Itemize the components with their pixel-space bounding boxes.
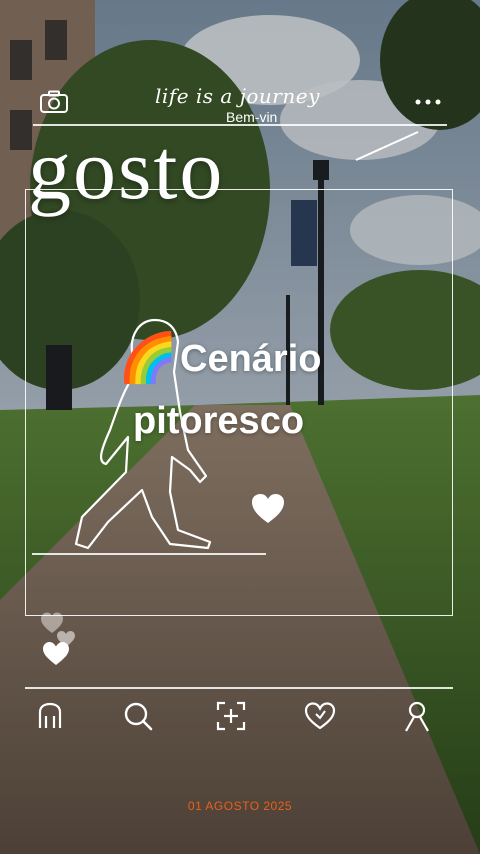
camera-icon [40,90,68,113]
nav-heart-button[interactable] [300,698,340,734]
nav-search-button[interactable] [118,698,158,734]
date-label: 01 AGOSTO 2025 [187,799,293,813]
decorative-slash [355,131,419,161]
heart-icon [304,702,336,730]
tagline: life is a journey [155,84,320,108]
search-icon [124,702,153,731]
more-dots-icon [415,99,441,105]
welcome-text: Bem-vin [226,109,278,125]
title-line-1: Cenário [180,338,322,380]
ground-line [32,553,266,555]
floating-hearts-icon [41,612,75,665]
more-button[interactable] [410,92,446,112]
nav-home-button[interactable] [30,698,70,734]
profile-icon [405,701,429,732]
nav-add-button[interactable] [211,698,251,734]
add-icon [216,701,246,731]
rainbow-emoji: 🌈 [118,330,178,386]
nav-divider [25,687,453,689]
camera-button[interactable] [38,88,70,116]
heart-icon-large[interactable] [251,493,285,525]
nav-profile-button[interactable] [397,698,437,734]
title-line-2: pitoresco [133,400,305,442]
home-icon [38,702,62,728]
